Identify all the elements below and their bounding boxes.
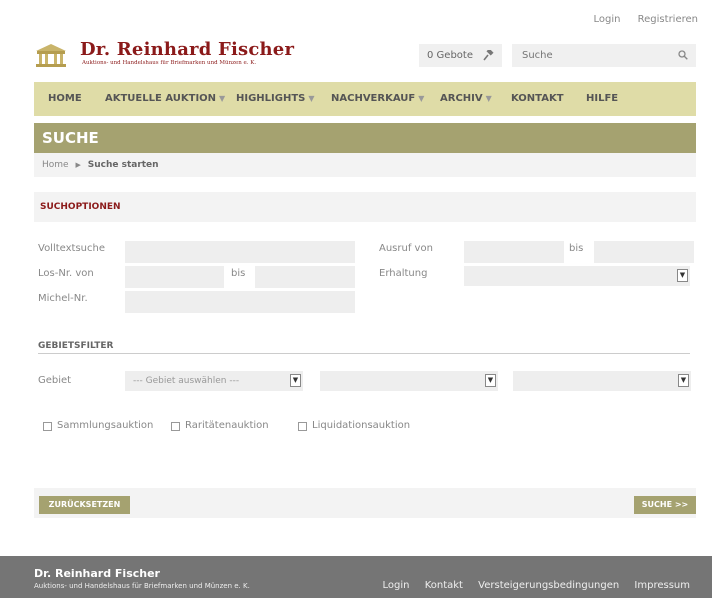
chevron-down-icon: ▼: [290, 374, 301, 387]
chevron-down-icon: ▼: [219, 94, 226, 103]
call-from-input[interactable]: [464, 241, 564, 263]
search-button[interactable]: SUCHE >>: [634, 496, 696, 514]
nav-contact[interactable]: KONTAKT: [511, 82, 564, 116]
page-title-bar: SUCHE: [34, 123, 696, 153]
divider: [38, 353, 690, 354]
nav-help-label: HILFE: [586, 93, 619, 104]
brand-name[interactable]: Dr. Reinhard Fischer: [80, 39, 294, 60]
nav-highlights-label: HIGHLIGHTS: [236, 93, 306, 104]
area-select-1-value: --- Gebiet auswählen ---: [133, 376, 240, 386]
liquidation-label[interactable]: Liquidationsauktion: [312, 420, 410, 431]
collection-checkbox[interactable]: [43, 422, 52, 431]
call-from-label: Ausruf von: [379, 243, 433, 254]
footer-imprint-link[interactable]: Impressum: [634, 580, 690, 591]
register-link[interactable]: Registrieren: [638, 14, 698, 25]
rarity-label[interactable]: Raritätenauktion: [185, 420, 269, 431]
chevron-down-icon: ▼: [308, 94, 315, 103]
bids-button[interactable]: 0 Gebote: [419, 44, 502, 67]
rarity-checkbox[interactable]: [171, 422, 180, 431]
search-options-header: SUCHOPTIONEN: [34, 192, 696, 222]
footer: Dr. Reinhard Fischer Auktions- und Hande…: [0, 556, 712, 598]
login-link[interactable]: Login: [593, 14, 620, 25]
nav-archive-label: ARCHIV: [440, 93, 483, 104]
area-select-2[interactable]: ▼: [320, 371, 498, 391]
page-title: SUCHE: [42, 129, 99, 147]
nav-after-sale-label: NACHVERKAUF: [331, 93, 416, 104]
footer-brand-name: Dr. Reinhard Fischer: [34, 567, 160, 580]
reset-button[interactable]: ZURÜCKSETZEN: [39, 496, 130, 514]
gavel-icon: [483, 50, 494, 61]
breadcrumb: Home ▶ Suche starten: [34, 153, 696, 177]
nav-highlights[interactable]: HIGHLIGHTS ▼: [236, 82, 315, 116]
nav-current-auction[interactable]: AKTUELLE AUKTION ▼: [105, 82, 225, 116]
top-links: Login Registrieren: [579, 14, 698, 25]
building-logo-icon[interactable]: [34, 42, 68, 68]
nav-current-auction-label: AKTUELLE AUKTION: [105, 93, 217, 104]
breadcrumb-home[interactable]: Home: [42, 160, 69, 170]
liquidation-checkbox[interactable]: [298, 422, 307, 431]
area-label: Gebiet: [38, 375, 72, 386]
condition-label: Erhaltung: [379, 268, 428, 279]
footer-terms-link[interactable]: Versteigerungsbedingungen: [478, 580, 619, 591]
brand-subtitle: Auktions- und Handelshaus für Briefmarke…: [82, 60, 257, 66]
chevron-down-icon: ▼: [485, 374, 496, 387]
call-to-input[interactable]: [594, 241, 694, 263]
condition-select[interactable]: ▼: [464, 266, 690, 286]
nav-after-sale[interactable]: NACHVERKAUF ▼: [331, 82, 424, 116]
nav-home-label: HOME: [48, 93, 82, 104]
footer-brand-subtitle: Auktions- und Handelshaus für Briefmarke…: [34, 582, 250, 590]
chevron-down-icon: ▼: [677, 269, 688, 282]
fulltext-input[interactable]: [125, 241, 355, 263]
search-icon[interactable]: [678, 50, 688, 60]
nav-home[interactable]: HOME: [48, 82, 82, 116]
search-input[interactable]: [512, 44, 696, 67]
chevron-down-icon: ▼: [485, 94, 492, 103]
breadcrumb-separator-icon: ▶: [75, 161, 81, 169]
lot-to-input[interactable]: [255, 266, 355, 288]
michel-label: Michel-Nr.: [38, 293, 88, 304]
breadcrumb-current: Suche starten: [87, 160, 159, 170]
area-select-3[interactable]: ▼: [513, 371, 691, 391]
lot-from-label: Los-Nr. von: [38, 268, 94, 279]
chevron-down-icon: ▼: [418, 94, 425, 103]
main-nav: HOME AKTUELLE AUKTION ▼ HIGHLIGHTS ▼ NACHV…: [34, 82, 696, 116]
footer-login-link[interactable]: Login: [383, 580, 410, 591]
area-filter-heading: GEBIETSFILTER: [38, 341, 114, 351]
fulltext-label: Volltextsuche: [38, 243, 106, 254]
collection-label[interactable]: Sammlungsauktion: [57, 420, 153, 431]
footer-contact-link[interactable]: Kontakt: [425, 580, 463, 591]
nav-help[interactable]: HILFE: [586, 82, 618, 116]
area-select-1[interactable]: --- Gebiet auswählen --- ▼: [125, 371, 303, 391]
search-options-heading: SUCHOPTIONEN: [40, 202, 121, 212]
nav-contact-label: KONTAKT: [511, 93, 564, 104]
chevron-down-icon: ▼: [678, 374, 689, 387]
footer-links: Login Kontakt Versteigerungsbedingungen …: [371, 580, 690, 591]
bids-count: 0 Gebote: [427, 50, 473, 61]
lot-to-label: bis: [231, 268, 246, 279]
nav-archive[interactable]: ARCHIV ▼: [440, 82, 492, 116]
michel-input[interactable]: [125, 291, 355, 313]
call-to-label: bis: [569, 243, 584, 254]
button-bar: [34, 488, 696, 518]
lot-from-input[interactable]: [125, 266, 224, 288]
